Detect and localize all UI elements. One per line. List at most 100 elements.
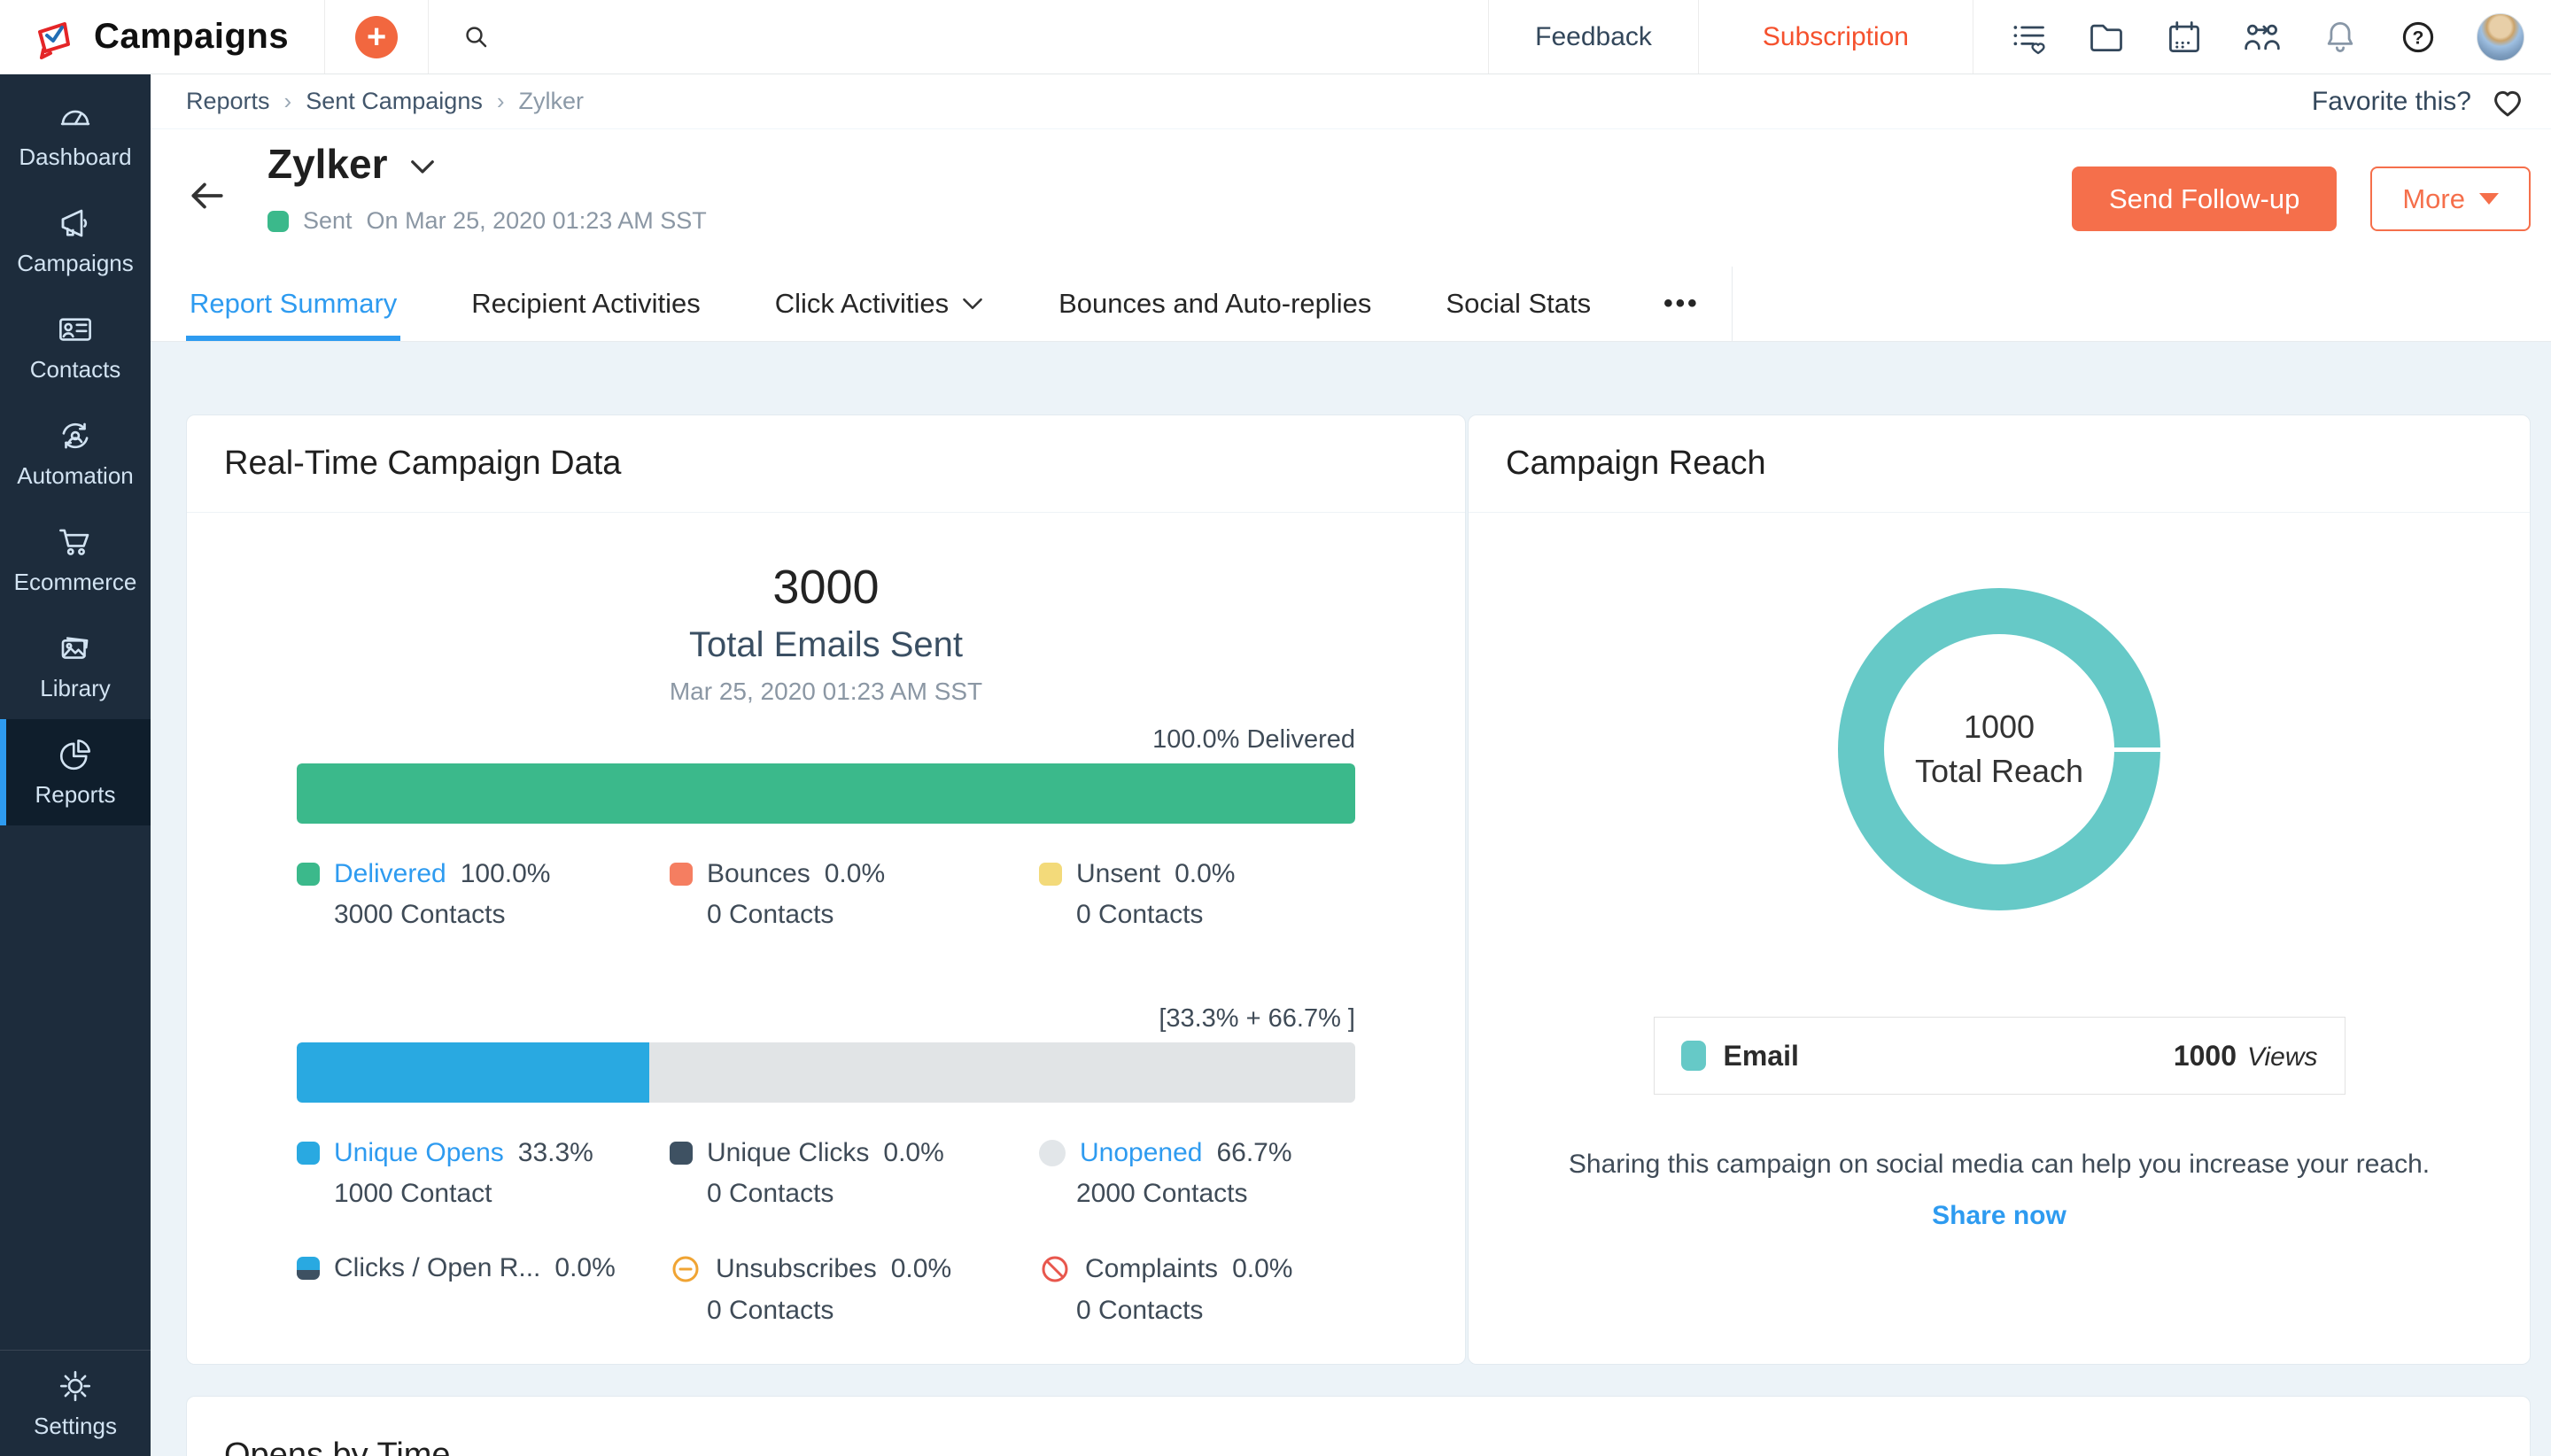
sidebar-item-settings[interactable]: Settings bbox=[0, 1350, 151, 1456]
sidebar-item-campaigns[interactable]: Campaigns bbox=[0, 188, 151, 294]
legend-count: 3000 Contacts bbox=[297, 900, 670, 930]
legend-label[interactable]: Delivered bbox=[334, 859, 446, 889]
opens-legend-row1: Unique Opens 33.3% 1000 Contact Unique C… bbox=[297, 1138, 1355, 1209]
sidebar-item-ecommerce[interactable]: Ecommerce bbox=[0, 507, 151, 613]
chevron-down-icon bbox=[961, 297, 984, 312]
favorite-heart-icon[interactable] bbox=[2489, 83, 2526, 120]
card-title: Opens by Time bbox=[224, 1437, 451, 1456]
legend-percent: 100.0% bbox=[461, 859, 551, 889]
total-emails-value: 3000 bbox=[297, 563, 1355, 611]
delivered-bar bbox=[297, 763, 1355, 824]
legend-label: Unique Clicks bbox=[707, 1138, 869, 1168]
sidebar-item-label: Campaigns bbox=[17, 250, 134, 277]
opens-by-time-card: Opens by Time bbox=[186, 1396, 2531, 1456]
legend-item-bounces: Bounces 0.0% 0 Contacts bbox=[670, 859, 1039, 930]
sidebar-item-label: Automation bbox=[17, 462, 134, 490]
help-icon[interactable]: ? bbox=[2399, 18, 2438, 57]
tab-click-activities[interactable]: Click Activities bbox=[772, 267, 988, 341]
bounces-swatch bbox=[670, 863, 693, 886]
folders-icon[interactable] bbox=[2087, 18, 2126, 57]
sidebar-nav: Dashboard Campaigns Contacts Automation bbox=[0, 74, 151, 1456]
user-avatar[interactable] bbox=[2477, 13, 2524, 61]
tab-bounces-autoreplies[interactable]: Bounces and Auto-replies bbox=[1055, 267, 1375, 341]
tab-social-stats[interactable]: Social Stats bbox=[1442, 267, 1594, 341]
legend-count: 0 Contacts bbox=[670, 1296, 1039, 1326]
tab-report-summary[interactable]: Report Summary bbox=[186, 267, 400, 341]
opens-bar bbox=[297, 1042, 1355, 1103]
megaphone-icon bbox=[57, 205, 94, 242]
legend-percent: 66.7% bbox=[1216, 1138, 1291, 1168]
legend-percent: 0.0% bbox=[1175, 859, 1235, 889]
header-icons: ? bbox=[1973, 0, 2551, 74]
notifications-bell-icon[interactable] bbox=[2321, 18, 2360, 57]
sent-date: On Mar 25, 2020 01:23 AM SST bbox=[367, 207, 707, 235]
sidebar-item-automation[interactable]: Automation bbox=[0, 400, 151, 507]
favorite-label: Favorite this? bbox=[2312, 87, 2471, 117]
opens-bar-caption: [33.3% + 66.7% ] bbox=[297, 1004, 1355, 1034]
legend-label[interactable]: Unique Opens bbox=[334, 1138, 504, 1168]
gear-icon bbox=[57, 1367, 94, 1405]
breadcrumb-separator: › bbox=[284, 88, 292, 115]
card-title: Campaign Reach bbox=[1506, 445, 1766, 483]
plus-icon: + bbox=[355, 16, 398, 58]
sidebar-item-reports[interactable]: Reports bbox=[0, 719, 151, 825]
feedback-link[interactable]: Feedback bbox=[1489, 0, 1698, 74]
legend-item-unopened: Unopened 66.7% 2000 Contacts bbox=[1039, 1138, 1355, 1209]
sync-contacts-icon[interactable] bbox=[2243, 18, 2282, 57]
realtime-campaign-data-card: Real-Time Campaign Data 3000 Total Email… bbox=[186, 414, 1466, 1365]
total-reach-value: 1000 bbox=[1964, 705, 2035, 749]
contact-card-icon bbox=[57, 311, 94, 348]
legend-count: 2000 Contacts bbox=[1039, 1179, 1355, 1209]
legend-percent: 0.0% bbox=[554, 1253, 615, 1283]
sidebar-item-label: Library bbox=[40, 675, 110, 702]
tab-label: Recipient Activities bbox=[471, 288, 700, 320]
email-views-value: 1000 bbox=[2174, 1040, 2237, 1073]
legend-percent: 33.3% bbox=[518, 1138, 593, 1168]
legend-label: Complaints bbox=[1085, 1254, 1218, 1284]
calendar-icon[interactable] bbox=[2165, 18, 2204, 57]
sent-status-label: Sent bbox=[303, 207, 353, 235]
sidebar-item-contacts[interactable]: Contacts bbox=[0, 294, 151, 400]
tab-recipient-activities[interactable]: Recipient Activities bbox=[468, 267, 703, 341]
campaign-title-chevron-icon[interactable] bbox=[409, 159, 436, 176]
sent-status-swatch bbox=[268, 211, 289, 232]
back-arrow-icon[interactable] bbox=[186, 175, 227, 216]
share-now-link[interactable]: Share now bbox=[1469, 1201, 2530, 1231]
subscription-link[interactable]: Subscription bbox=[1699, 0, 1973, 74]
breadcrumb-separator: › bbox=[497, 88, 505, 115]
sidebar-item-label: Ecommerce bbox=[14, 569, 137, 596]
legend-count: 0 Contacts bbox=[1039, 900, 1355, 930]
breadcrumb-reports[interactable]: Reports bbox=[186, 88, 270, 115]
create-new-button[interactable]: + bbox=[325, 0, 428, 74]
legend-item-complaints: Complaints 0.0% 0 Contacts bbox=[1039, 1253, 1355, 1326]
search-button[interactable] bbox=[429, 0, 524, 74]
send-followup-button[interactable]: Send Follow-up bbox=[2072, 167, 2337, 231]
legend-count: 0 Contacts bbox=[1039, 1296, 1355, 1326]
legend-count: 1000 Contact bbox=[297, 1179, 670, 1209]
app-title: Campaigns bbox=[94, 17, 289, 57]
mailing-lists-icon[interactable] bbox=[2009, 18, 2048, 57]
click-open-rate-swatch bbox=[297, 1257, 320, 1280]
unique-clicks-swatch bbox=[670, 1142, 693, 1165]
campaign-header: Zylker Sent On Mar 25, 2020 01:23 AM SST… bbox=[151, 129, 2551, 267]
unopened-swatch bbox=[1039, 1140, 1066, 1166]
email-legend-label: Email bbox=[1724, 1040, 1799, 1073]
reach-donut-chart: 1000 Total Reach bbox=[1838, 588, 2160, 910]
complaints-ban-icon bbox=[1039, 1253, 1071, 1285]
sidebar-item-library[interactable]: Library bbox=[0, 613, 151, 719]
campaign-title: Zylker bbox=[268, 140, 388, 188]
more-button[interactable]: More bbox=[2370, 167, 2531, 231]
breadcrumb-sent-campaigns[interactable]: Sent Campaigns bbox=[306, 88, 483, 115]
unsubscribe-minus-icon bbox=[670, 1253, 702, 1285]
more-tabs-button[interactable]: ••• bbox=[1662, 267, 1733, 341]
caret-down-icon bbox=[2479, 193, 2499, 205]
sent-status-line: Sent On Mar 25, 2020 01:23 AM SST bbox=[268, 207, 707, 235]
share-hint-text: Sharing this campaign on social media ca… bbox=[1469, 1150, 2530, 1180]
email-swatch bbox=[1681, 1041, 1706, 1071]
report-tabs: Report Summary Recipient Activities Clic… bbox=[151, 267, 2551, 342]
legend-label[interactable]: Unopened bbox=[1080, 1138, 1202, 1168]
legend-percent: 0.0% bbox=[891, 1254, 951, 1284]
app-brand[interactable]: Campaigns bbox=[0, 0, 324, 74]
sidebar-item-dashboard[interactable]: Dashboard bbox=[0, 81, 151, 188]
card-header: Real-Time Campaign Data bbox=[187, 415, 1465, 513]
